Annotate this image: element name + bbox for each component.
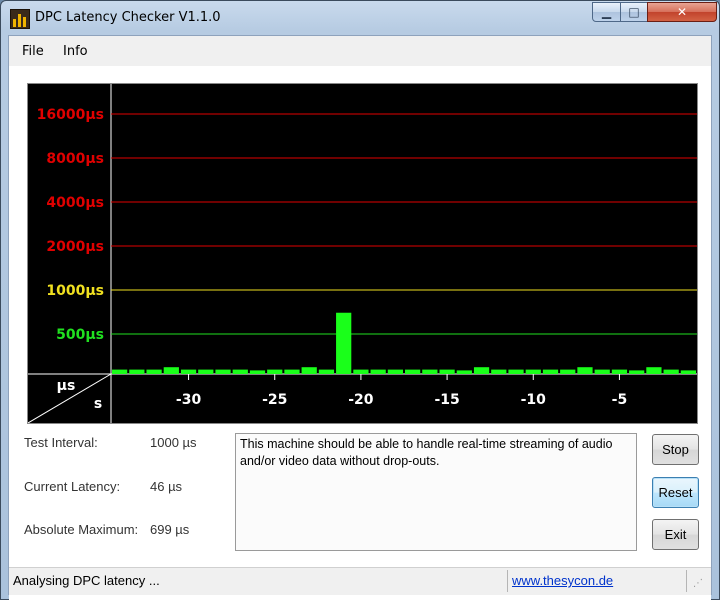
close-button[interactable]: ✕ — [647, 2, 717, 22]
latency-bar — [318, 369, 335, 374]
latency-bar — [215, 369, 231, 374]
latency-bar — [456, 370, 472, 374]
latency-bar — [422, 369, 438, 374]
title-bar[interactable]: DPC Latency Checker V1.1.0 ▁ □ ✕ — [1, 1, 719, 35]
reset-button[interactable]: Reset — [652, 477, 699, 508]
resize-grip[interactable]: ⋰ — [693, 578, 703, 589]
stop-button[interactable]: Stop — [652, 434, 699, 465]
x-tick-label: -20 — [348, 392, 374, 408]
latency-bar — [284, 369, 300, 374]
latency-bar — [680, 370, 696, 374]
latency-bar — [180, 369, 197, 374]
status-text: Analysing DPC latency ... — [13, 573, 160, 588]
x-tick-label: -25 — [262, 392, 287, 408]
latency-bar — [611, 369, 628, 374]
latency-bar — [146, 369, 162, 374]
y-tick-label: 4000µs — [46, 195, 104, 211]
latency-bar — [594, 369, 610, 374]
x-unit-label: s — [94, 396, 102, 412]
x-tick-label: -15 — [434, 392, 459, 408]
status-separator — [507, 570, 508, 592]
status-separator — [686, 570, 687, 592]
x-tick-label: -30 — [176, 392, 202, 408]
latency-bar — [629, 370, 645, 374]
latency-bar — [370, 369, 386, 374]
latency-bar — [577, 367, 593, 374]
maximize-button[interactable]: □ — [620, 2, 648, 22]
latency-bar — [439, 369, 455, 374]
x-tick-label: -5 — [612, 392, 628, 408]
latency-bar — [198, 369, 214, 374]
latency-bar — [301, 367, 317, 374]
y-tick-label: 2000µs — [46, 239, 104, 255]
menu-bar: File Info — [9, 36, 711, 66]
latency-bar — [560, 369, 576, 374]
absolute-maximum-value: 699 µs — [150, 522, 190, 537]
test-interval-value: 1000 µs — [150, 435, 197, 450]
latency-bar — [163, 367, 179, 374]
current-latency-label: Current Latency: — [24, 479, 121, 494]
app-icon — [10, 9, 30, 29]
app-window: DPC Latency Checker V1.1.0 ▁ □ ✕ File In… — [0, 0, 720, 600]
result-message: This machine should be able to handle re… — [235, 433, 637, 551]
latency-bar — [267, 369, 283, 374]
absolute-maximum-label: Absolute Maximum: — [24, 522, 139, 537]
latency-bar — [336, 312, 352, 374]
latency-bar — [663, 369, 679, 374]
y-tick-label: 16000µs — [37, 107, 104, 123]
minimize-button[interactable]: ▁ — [592, 2, 621, 22]
latency-bar — [129, 369, 145, 374]
latency-bar — [646, 367, 662, 374]
latency-bar — [542, 369, 559, 374]
test-interval-label: Test Interval: — [24, 435, 98, 450]
latency-chart: 16000µs 8000µs 4000µs 2000µs 1000µs 500µs -30 -… — [27, 83, 698, 424]
y-tick-label: 500µs — [56, 327, 104, 343]
exit-button[interactable]: Exit — [652, 519, 699, 550]
x-tick-label: -10 — [521, 392, 547, 408]
current-latency-value: 46 µs — [150, 479, 183, 494]
latency-bar — [405, 369, 421, 374]
latency-bar — [249, 370, 266, 374]
latency-chart-svg: 16000µs 8000µs 4000µs 2000µs 1000µs 500µs -30 -… — [28, 84, 697, 423]
latency-bar — [491, 369, 507, 374]
y-tick-label: 1000µs — [46, 283, 104, 299]
menu-info[interactable]: Info — [63, 44, 88, 59]
latency-bar — [112, 369, 128, 374]
y-tick-label: 8000µs — [46, 151, 104, 167]
latency-bar — [525, 369, 541, 374]
menu-file[interactable]: File — [22, 44, 44, 59]
latency-bar — [473, 367, 490, 374]
latency-bar — [508, 369, 524, 374]
latency-bar — [387, 369, 403, 374]
website-link[interactable]: www.thesycon.de — [512, 573, 613, 588]
client-area: File Info 16000µs 8000µs 4000µs 2000µs 1000µ… — [8, 35, 712, 600]
y-unit-label: µs — [57, 378, 76, 394]
latency-bar — [232, 369, 248, 374]
status-bar: Analysing DPC latency ... www.thesycon.d… — [9, 567, 711, 595]
window-title: DPC Latency Checker V1.1.0 — [35, 10, 221, 25]
latency-bar — [353, 369, 369, 374]
